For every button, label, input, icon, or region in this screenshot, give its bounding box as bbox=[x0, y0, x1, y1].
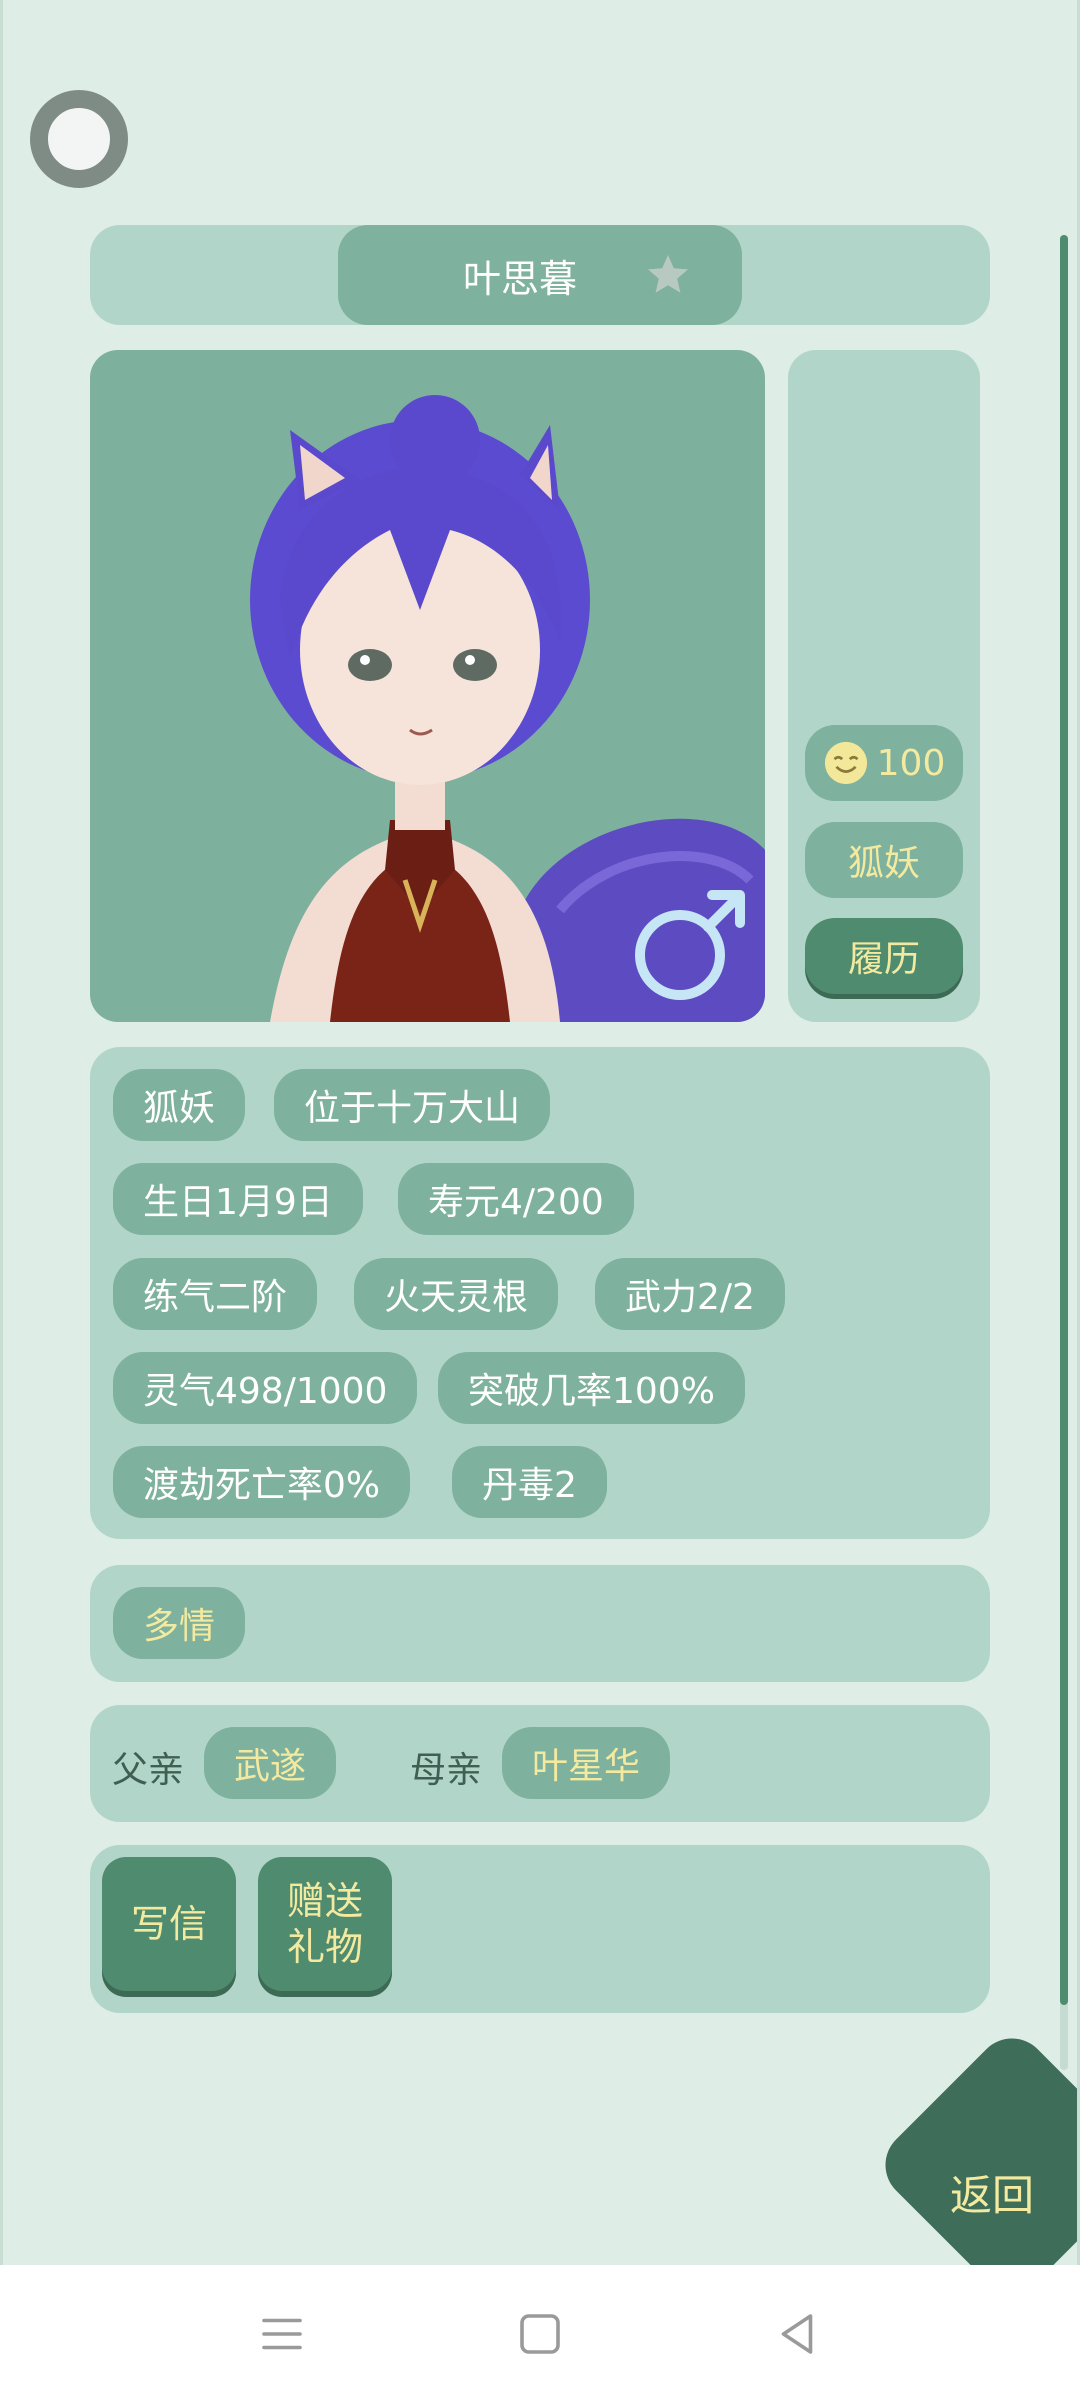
action-panel: 写信 赠送 礼物 bbox=[90, 1845, 990, 2013]
circle-toggle-icon[interactable] bbox=[30, 90, 128, 188]
write-letter-button[interactable]: 写信 bbox=[102, 1857, 236, 1991]
info-tag-birthday: 生日1月9日 bbox=[113, 1163, 363, 1235]
info-tag-realm: 练气二阶 bbox=[113, 1258, 318, 1330]
mother-label: 母亲 bbox=[410, 1750, 483, 1791]
info-tag-race: 狐妖 bbox=[113, 1069, 246, 1141]
system-nav-bar bbox=[0, 2265, 1080, 2400]
name-pill: 叶思暮 bbox=[338, 225, 742, 325]
trait-panel: 多情 bbox=[90, 1565, 990, 1682]
write-letter-label: 写信 bbox=[130, 1902, 207, 1946]
menu-icon[interactable] bbox=[255, 2307, 309, 2361]
mood-badge: 100 bbox=[805, 725, 963, 801]
mood-value: 100 bbox=[876, 742, 946, 784]
history-label: 履历 bbox=[847, 939, 920, 980]
father-label: 父亲 bbox=[112, 1750, 185, 1791]
info-panel: 狐妖 位于十万大山 生日1月9日 寿元4/200 练气二阶 火天灵根 武力2/2… bbox=[90, 1047, 990, 1539]
screen: 叶思暮 100 狐妖 履历 狐妖 位于十万大山 生日1月9日 寿元4/200 练… bbox=[0, 0, 1080, 2265]
history-button[interactable]: 履历 bbox=[805, 918, 963, 994]
smile-face-icon bbox=[824, 741, 867, 785]
trait-tag: 多情 bbox=[113, 1587, 246, 1659]
info-tag-spirit-energy: 灵气498/1000 bbox=[113, 1352, 418, 1424]
info-tag-spirit-root: 火天灵根 bbox=[354, 1258, 559, 1330]
race-badge: 狐妖 bbox=[805, 822, 963, 898]
back-triangle-icon[interactable] bbox=[770, 2307, 824, 2361]
family-panel: 父亲 武遂 母亲 叶星华 bbox=[90, 1705, 990, 1822]
send-gift-label-line2: 礼物 bbox=[286, 1925, 363, 1969]
send-gift-button[interactable]: 赠送 礼物 bbox=[258, 1857, 392, 1991]
character-portrait bbox=[90, 350, 765, 1022]
scrollbar[interactable] bbox=[1060, 235, 1068, 2070]
character-name: 叶思暮 bbox=[462, 256, 577, 301]
scrollbar-thumb[interactable] bbox=[1060, 235, 1068, 2005]
title-bar: 叶思暮 bbox=[90, 225, 990, 325]
info-tag-force: 武力2/2 bbox=[595, 1258, 785, 1330]
father-name-button[interactable]: 武遂 bbox=[204, 1727, 337, 1799]
character-illustration bbox=[250, 395, 765, 1022]
mother-name-button[interactable]: 叶星华 bbox=[502, 1727, 671, 1799]
back-button[interactable] bbox=[870, 2023, 1080, 2265]
info-tag-location: 位于十万大山 bbox=[274, 1069, 551, 1141]
home-square-icon[interactable] bbox=[513, 2307, 567, 2361]
info-tag-pill-toxin: 丹毒2 bbox=[452, 1446, 607, 1518]
side-panel: 100 狐妖 履历 bbox=[788, 350, 980, 1022]
send-gift-label-line1: 赠送 bbox=[286, 1879, 363, 1923]
race-label: 狐妖 bbox=[847, 843, 920, 884]
favorite-star-icon[interactable] bbox=[644, 251, 692, 299]
info-tag-breakthrough: 突破几率100% bbox=[438, 1352, 745, 1424]
back-button-label[interactable]: 返回 bbox=[950, 2162, 1034, 2223]
info-tag-lifespan: 寿元4/200 bbox=[398, 1163, 634, 1235]
info-tag-tribulation: 渡劫死亡率0% bbox=[113, 1446, 411, 1518]
